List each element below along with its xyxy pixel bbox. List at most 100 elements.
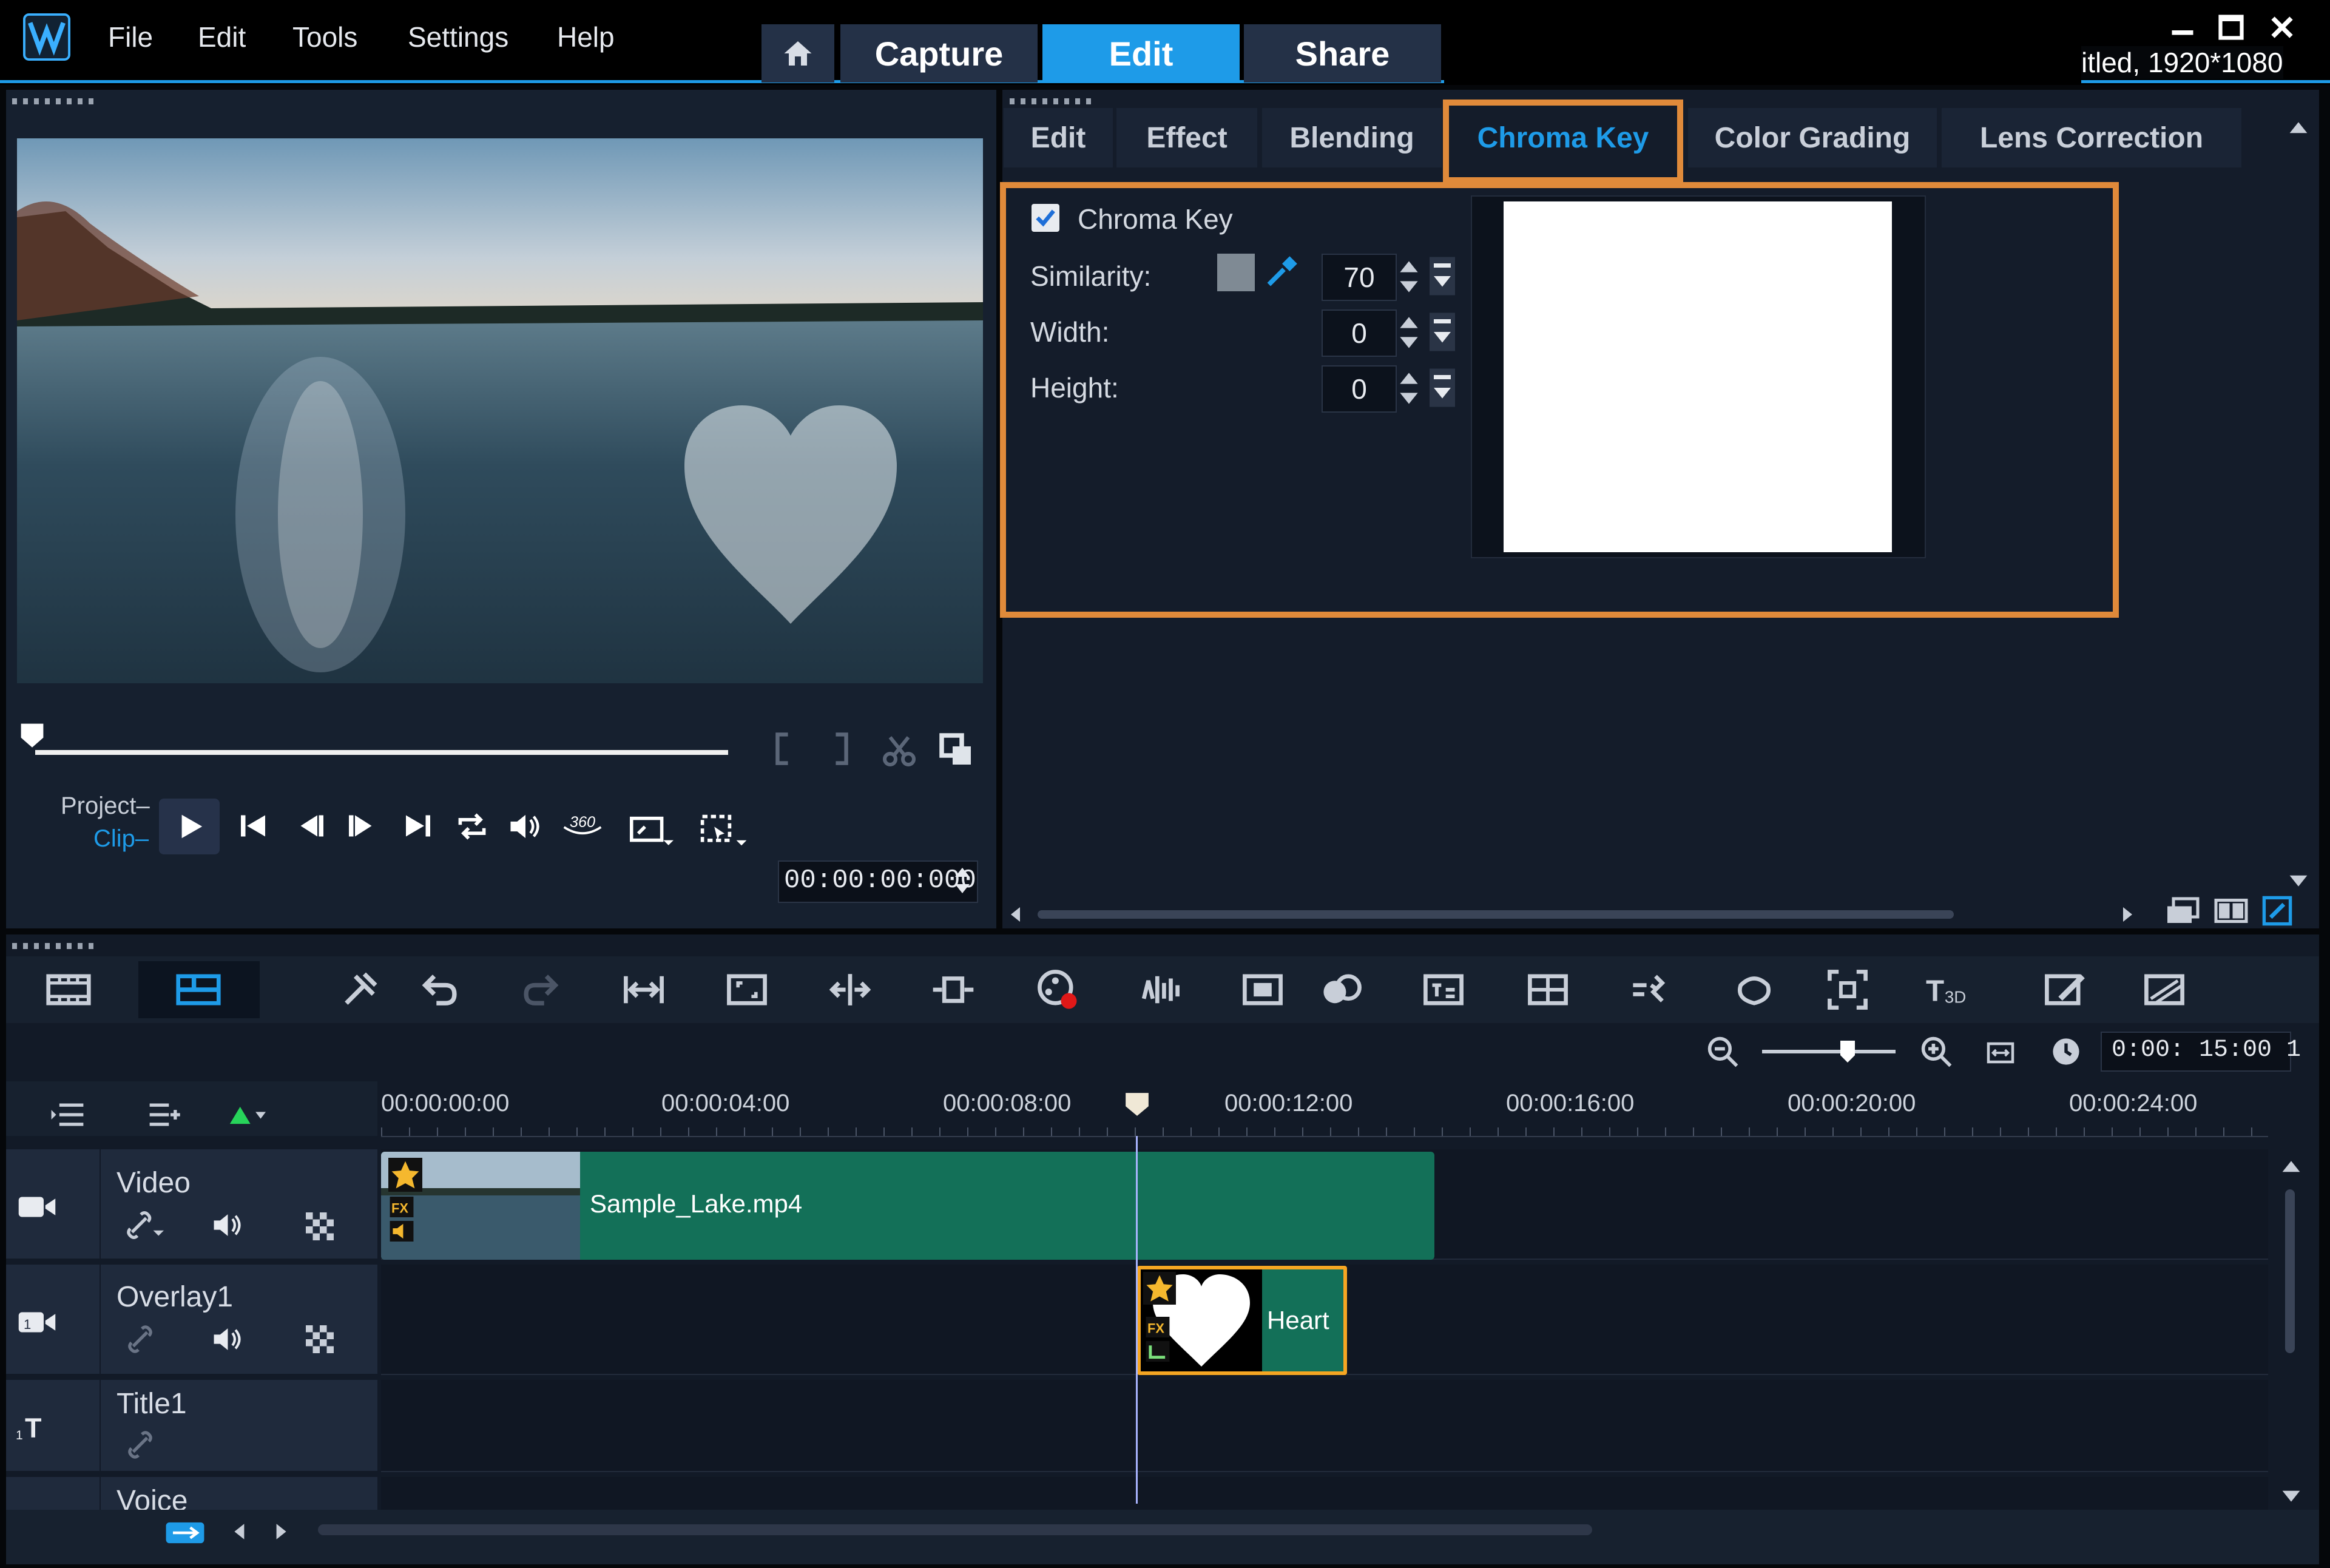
panel-tab-lens-correction[interactable]: Lens Correction — [1942, 108, 2241, 167]
slide-trim-icon[interactable] — [931, 967, 976, 1012]
menu-tools[interactable]: Tools — [292, 21, 357, 53]
title-track-icon[interactable]: 1T — [16, 1410, 52, 1443]
zoom-out-icon[interactable] — [1706, 1035, 1740, 1069]
menu-file[interactable]: File — [108, 21, 153, 53]
timeline-scroll-right-icon[interactable] — [271, 1522, 290, 1541]
previous-frame-icon[interactable] — [296, 811, 326, 841]
split-clip-icon[interactable] — [881, 732, 917, 768]
panel-tab-color-grading[interactable]: Color Grading — [1688, 108, 1937, 167]
multi-camera-icon[interactable] — [1525, 967, 1570, 1012]
fit-project-icon[interactable] — [1985, 1038, 2016, 1068]
timeline-scroll-up-icon[interactable] — [2280, 1157, 2302, 1178]
panel-scroll-up-icon[interactable] — [2288, 118, 2309, 140]
timeline-scroll-down-icon[interactable] — [2280, 1484, 2302, 1506]
timeline-vscroll-thumb[interactable] — [2285, 1189, 2295, 1353]
width-slider-icon[interactable] — [1427, 311, 1457, 353]
panel-scroll-down-icon[interactable] — [2288, 869, 2309, 891]
close-icon[interactable] — [2267, 12, 2297, 42]
crop-selection-icon[interactable] — [700, 813, 749, 847]
edit-options-icon[interactable] — [2261, 894, 2294, 927]
panel-scroll-left-icon[interactable] — [1007, 905, 1025, 924]
layout-icon[interactable] — [2164, 896, 2201, 926]
insert-track-icon[interactable] — [164, 1521, 206, 1545]
minimize-icon[interactable] — [2167, 12, 2198, 42]
panel-tab-effect[interactable]: Effect — [1116, 108, 1257, 167]
video-editor-icon[interactable] — [2142, 967, 2187, 1012]
video-clip[interactable]: FX Sample_Lake.mp4 — [381, 1152, 1434, 1260]
home-button[interactable] — [761, 24, 834, 83]
go-to-end-icon[interactable] — [403, 811, 433, 841]
pan-zoom-icon[interactable] — [1825, 967, 1870, 1012]
height-slider-icon[interactable] — [1427, 367, 1457, 409]
project-mode-label[interactable]: Project– — [61, 792, 150, 820]
width-spin-icon[interactable] — [1396, 309, 1422, 356]
width-input[interactable]: 0 — [1322, 309, 1397, 357]
subtitle-editor-icon[interactable] — [1421, 967, 1466, 1012]
mark-out-icon[interactable] — [828, 731, 854, 767]
time-remapping-icon[interactable] — [1629, 967, 1673, 1012]
height-input[interactable]: 0 — [1322, 365, 1397, 413]
playhead-line[interactable] — [1136, 1136, 1138, 1504]
next-frame-icon[interactable] — [346, 811, 376, 841]
blend-effects-icon[interactable] — [1319, 967, 1364, 1012]
play-button[interactable] — [159, 799, 220, 854]
similarity-input[interactable]: 70 — [1322, 254, 1397, 301]
motion-tracking-icon[interactable] — [1240, 967, 1285, 1012]
tools-icon[interactable] — [337, 967, 382, 1012]
mark-in-icon[interactable] — [769, 731, 796, 767]
record-capture-icon[interactable] — [1035, 967, 1080, 1012]
track-lane-title[interactable] — [381, 1380, 2268, 1472]
height-spin-icon[interactable] — [1396, 365, 1422, 411]
link-icon[interactable] — [125, 1210, 164, 1240]
panel-tab-edit[interactable]: Edit — [1004, 108, 1113, 167]
similarity-spin-icon[interactable] — [1396, 254, 1422, 300]
playhead-marker-icon[interactable] — [1124, 1091, 1150, 1118]
panel-tab-blending[interactable]: Blending — [1262, 108, 1442, 167]
volume-icon[interactable] — [507, 809, 544, 843]
key-color-swatch[interactable] — [1217, 254, 1255, 291]
go-to-start-icon[interactable] — [238, 811, 268, 841]
timeline-view-button[interactable] — [138, 961, 260, 1018]
track-manager-icon[interactable] — [50, 1101, 85, 1129]
menu-help[interactable]: Help — [557, 21, 615, 53]
zoom-in-icon[interactable] — [1920, 1035, 1954, 1069]
sound-mixer-icon[interactable] — [1137, 967, 1182, 1012]
split-view-icon[interactable] — [2212, 896, 2250, 926]
maximize-icon[interactable] — [2216, 12, 2246, 42]
paint-creator-icon[interactable] — [2042, 967, 2087, 1012]
scrubber-track[interactable] — [35, 750, 728, 755]
panel-hscroll-thumb[interactable] — [1038, 910, 1954, 919]
similarity-slider-icon[interactable] — [1427, 255, 1457, 297]
speaker-icon[interactable] — [212, 1211, 246, 1239]
overlay-checker-icon[interactable] — [306, 1325, 334, 1353]
overlay-speaker-icon[interactable] — [212, 1325, 246, 1353]
repeat-icon[interactable] — [455, 809, 489, 843]
storyboard-view-icon[interactable] — [46, 967, 91, 1012]
ripple-trim-icon[interactable] — [828, 967, 873, 1012]
overlay-clip[interactable]: FX Heart — [1137, 1266, 1347, 1375]
timeline-scroll-left-icon[interactable] — [231, 1522, 250, 1541]
redo-icon[interactable] — [519, 967, 564, 1012]
zoom-slider-track[interactable] — [1762, 1050, 1896, 1053]
eyedropper-icon[interactable] — [1263, 252, 1301, 290]
tab-edit[interactable]: Edit — [1042, 24, 1240, 83]
timeline-hscroll-thumb[interactable] — [318, 1524, 1592, 1535]
mask-creator-icon[interactable] — [1732, 967, 1777, 1012]
video-camera-icon[interactable] — [17, 1192, 57, 1222]
panel-scroll-right-icon[interactable] — [2118, 905, 2136, 924]
undo-icon[interactable] — [416, 967, 461, 1012]
fit-timeline-icon[interactable] — [621, 967, 666, 1012]
enlarge-preview-icon[interactable] — [938, 732, 974, 768]
3d-title-editor-icon[interactable]: T 3D — [1926, 967, 1971, 1012]
zoom-slider-handle-icon[interactable] — [1839, 1039, 1857, 1064]
checker-icon[interactable] — [306, 1212, 334, 1240]
tab-share[interactable]: Share — [1244, 24, 1441, 83]
title-link-icon[interactable] — [125, 1431, 155, 1459]
aspect-ratio-icon[interactable] — [630, 813, 674, 847]
360-view-icon[interactable]: 360 — [559, 807, 606, 841]
tab-capture[interactable]: Capture — [840, 24, 1038, 83]
fit-frame-icon[interactable] — [724, 967, 769, 1012]
clock-icon[interactable] — [2050, 1035, 2082, 1068]
menu-edit[interactable]: Edit — [198, 21, 246, 53]
menu-settings[interactable]: Settings — [408, 21, 508, 53]
